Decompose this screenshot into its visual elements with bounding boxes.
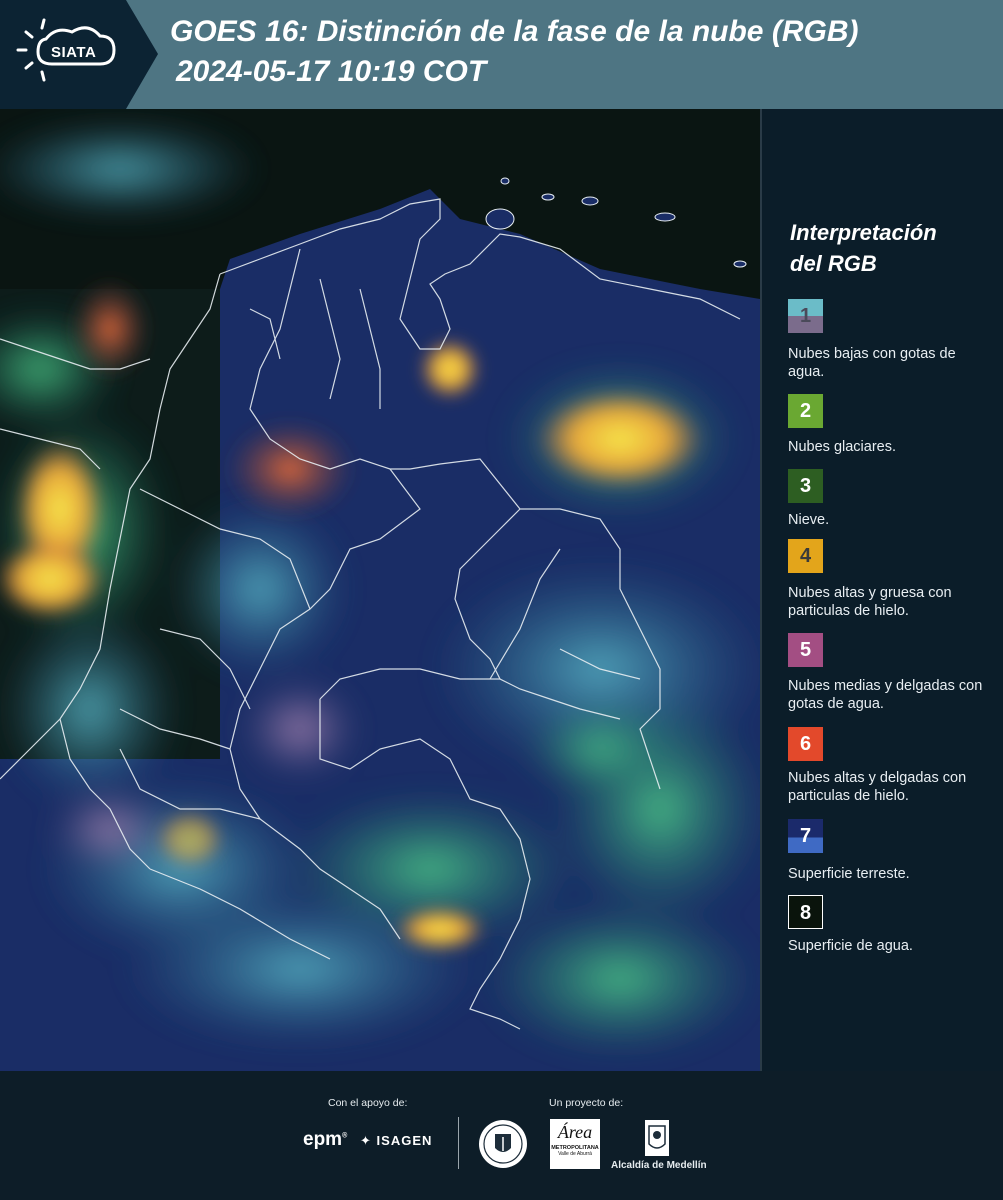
university-seal-logo bbox=[477, 1118, 529, 1175]
isagen-logo: ✦ ISAGEN bbox=[360, 1133, 433, 1148]
legend-label-6: Nubes altas y delgadas con particulas de… bbox=[788, 770, 967, 804]
legend-label-2: Nubes glaciares. bbox=[788, 439, 896, 455]
support-label: Con el apoyo de: bbox=[328, 1097, 408, 1109]
legend-swatch-7: 7 bbox=[788, 819, 823, 853]
legend-label-1: Nubes bajas con gotas de agua. bbox=[788, 346, 956, 380]
isagen-star-icon: ✦ bbox=[360, 1133, 372, 1148]
project-label: Un proyecto de: bbox=[549, 1097, 624, 1109]
footer: Con el apoyo de: Un proyecto de: epm® ✦ … bbox=[0, 1071, 1003, 1200]
header-bar: SIATA GOES 16: Distinción de la fase de … bbox=[0, 0, 1003, 109]
satellite-rgb-image bbox=[0, 109, 760, 1071]
legend-label-7: Superficie terreste. bbox=[788, 866, 910, 882]
alcaldia-label: Alcaldía de Medellín bbox=[611, 1160, 707, 1171]
legend-title-line1: Interpretación bbox=[790, 220, 937, 245]
legend-label-4: Nubes altas y gruesa con particulas de h… bbox=[788, 585, 952, 619]
page-timestamp: 2024-05-17 10:19 COT bbox=[176, 55, 487, 88]
legend-title: Interpretación del RGB bbox=[790, 217, 990, 279]
alcaldia-shield-icon bbox=[643, 1118, 671, 1163]
satellite-map bbox=[0, 109, 760, 1071]
legend-swatch-3: 3 bbox=[788, 469, 823, 503]
legend-panel: Interpretación del RGB 1 Nubes bajas con… bbox=[762, 109, 1003, 1071]
legend-title-line2: del RGB bbox=[790, 251, 877, 276]
legend-swatch-2: 2 bbox=[788, 394, 823, 428]
legend-swatch-5: 5 bbox=[788, 633, 823, 667]
legend-label-5: Nubes medias y delgadas con gotas de agu… bbox=[788, 678, 983, 712]
legend-swatch-8: 8 bbox=[788, 895, 823, 929]
siata-logo-text: SIATA bbox=[51, 44, 97, 61]
legend-swatch-4: 4 bbox=[788, 539, 823, 573]
legend-label-3: Nieve. bbox=[788, 512, 830, 528]
legend-label-8: Superficie de agua. bbox=[788, 938, 913, 954]
siata-logo: SIATA bbox=[0, 0, 158, 109]
footer-divider bbox=[458, 1117, 459, 1169]
legend-swatch-6: 6 bbox=[788, 727, 823, 761]
area-metropolitana-logo: Área METROPOLITANA Valle de Aburrá bbox=[550, 1119, 600, 1169]
legend-swatch-1: 1 bbox=[788, 299, 823, 333]
epm-logo: epm® bbox=[303, 1129, 348, 1150]
page-title: GOES 16: Distinción de la fase de la nub… bbox=[170, 15, 859, 48]
